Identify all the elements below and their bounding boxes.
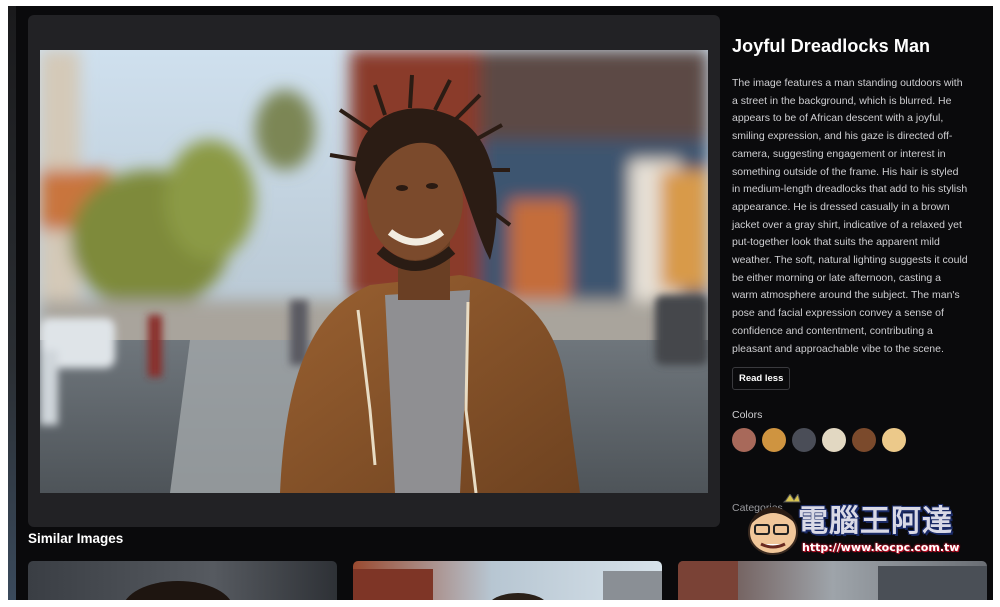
color-swatch[interactable]: [732, 428, 756, 453]
watermark-logo: 電腦王阿達 http://www.kocpc.com.tw: [746, 492, 981, 558]
watermark-text: 電腦王阿達: [798, 504, 953, 539]
similar-image-thumbnail[interactable]: [678, 561, 987, 600]
colors-label: Colors: [732, 409, 763, 422]
image-viewer-panel: [28, 15, 720, 527]
mascot-icon: [748, 492, 801, 555]
photo-illustration: [40, 50, 708, 493]
color-swatch[interactable]: [882, 428, 906, 453]
similar-image-thumbnail[interactable]: [353, 561, 662, 600]
image-description: The image features a man standing outdoo…: [732, 77, 968, 355]
read-less-button[interactable]: Read less: [732, 367, 791, 391]
image-title: Joyful Dreadlocks Man: [732, 36, 931, 56]
color-swatches: [732, 428, 968, 453]
similar-images-heading: Similar Images: [28, 531, 124, 546]
color-swatch[interactable]: [762, 428, 786, 453]
color-swatch[interactable]: [822, 428, 846, 453]
image-details: Joyful Dreadlocks Man The image features…: [732, 36, 968, 453]
color-swatch[interactable]: [852, 428, 876, 453]
app-frame: Joyful Dreadlocks Man The image features…: [8, 6, 993, 600]
watermark-url: http://www.kocpc.com.tw: [802, 541, 960, 554]
left-edge-strip: [8, 6, 16, 600]
color-swatch[interactable]: [792, 428, 816, 453]
similar-image-thumbnail[interactable]: [28, 561, 337, 600]
main-photo[interactable]: [40, 50, 708, 493]
